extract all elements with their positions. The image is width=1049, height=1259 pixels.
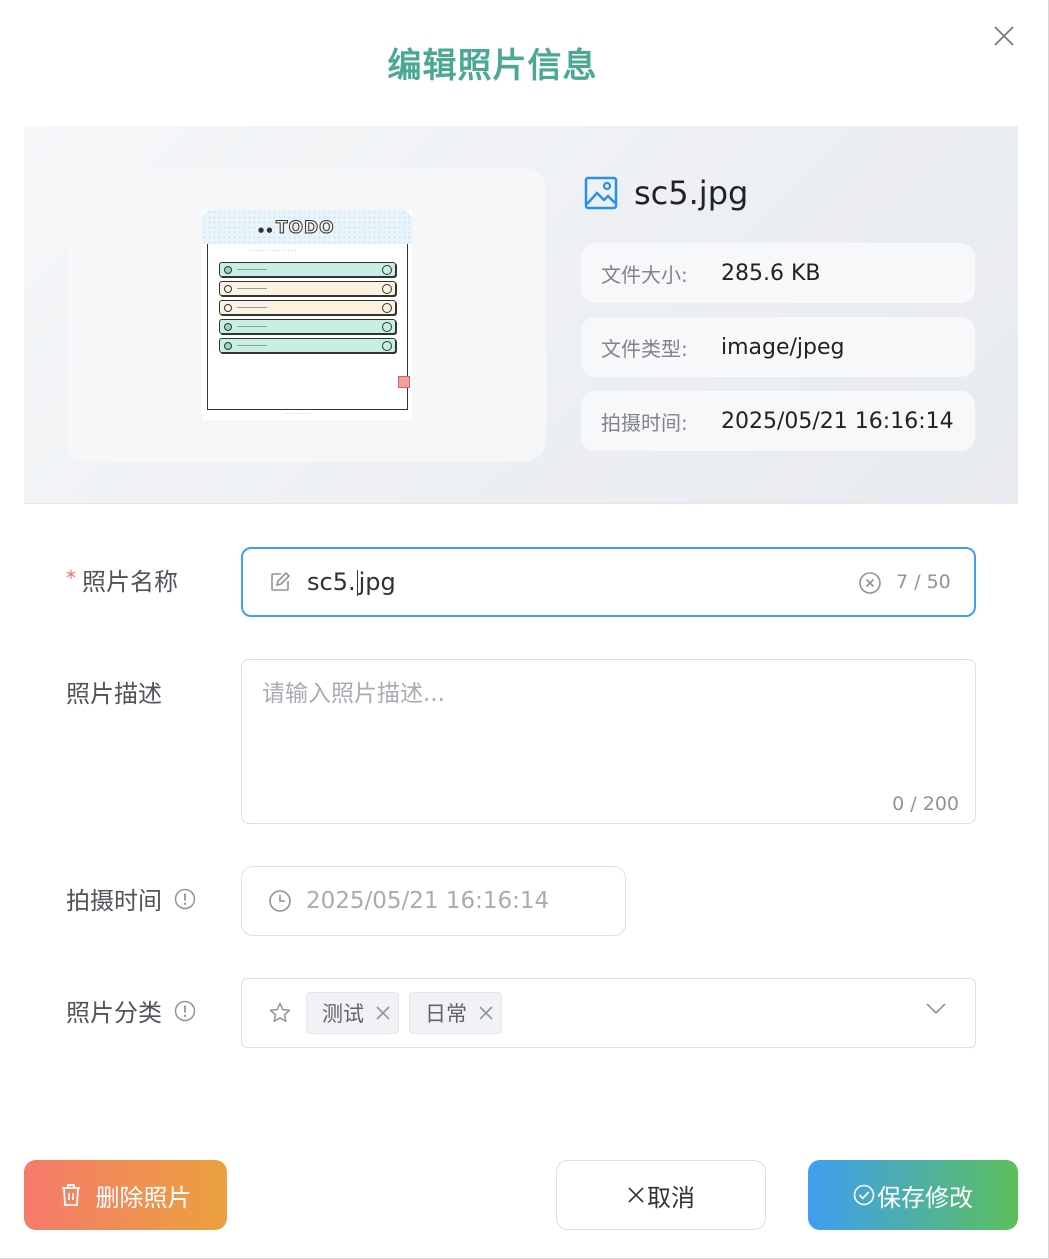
info-icon[interactable] bbox=[174, 1000, 196, 1022]
edit-photo-dialog: 编辑照片信息 ● ● TODO · · · · · · · · · · · · … bbox=[0, 0, 1049, 1259]
cancel-label: 取消 bbox=[647, 1183, 695, 1212]
image-icon bbox=[584, 176, 618, 210]
thumbnail-todo-item bbox=[219, 281, 396, 296]
category-tag: 日常 bbox=[409, 992, 502, 1034]
category-tag-label: 日常 bbox=[425, 1002, 467, 1026]
thumbnail-dots: ● ● bbox=[258, 226, 273, 234]
photo-description-textarea[interactable]: 请输入照片描述... 0 / 200 bbox=[241, 659, 976, 824]
thumbnail-todo-item bbox=[219, 338, 396, 353]
meta-key: 拍摄时间: bbox=[601, 410, 688, 435]
meta-value: image/jpeg bbox=[721, 334, 845, 360]
edit-icon bbox=[269, 571, 291, 593]
tag-close-icon[interactable] bbox=[479, 1006, 493, 1020]
thumbnail-todo-item bbox=[219, 300, 396, 315]
thumbnail-add-button bbox=[398, 376, 410, 388]
tag-close-icon[interactable] bbox=[376, 1006, 390, 1020]
close-button[interactable] bbox=[990, 22, 1018, 50]
trash-icon bbox=[60, 1183, 82, 1207]
meta-file-size: 文件大小: 285.6 KB bbox=[581, 243, 975, 303]
info-icon[interactable] bbox=[174, 888, 196, 910]
file-name-text: sc5.jpg bbox=[634, 174, 749, 212]
meta-key: 文件类型: bbox=[601, 336, 688, 361]
photo-description-label: 照片描述 bbox=[66, 680, 162, 708]
description-placeholder: 请输入照片描述... bbox=[262, 681, 445, 707]
file-name-heading: sc5.jpg bbox=[584, 174, 748, 212]
thumbnail-subtitle: · · · · · · · · · · · · · · · bbox=[250, 248, 297, 254]
close-icon bbox=[627, 1186, 645, 1204]
save-changes-label: 保存修改 bbox=[877, 1183, 973, 1212]
photo-category-label: 照片分类 bbox=[66, 993, 196, 1028]
category-tag-label: 测试 bbox=[322, 1002, 364, 1026]
category-tag: 测试 bbox=[306, 992, 399, 1034]
clear-icon[interactable] bbox=[858, 571, 882, 595]
photo-name-input[interactable]: sc5. jpg 7 / 50 bbox=[241, 547, 976, 617]
photo-name-value: sc5. jpg bbox=[307, 568, 396, 596]
thumbnail-body: · · · · · · · · · · · · · · · bbox=[207, 244, 408, 410]
description-count: 0 / 200 bbox=[892, 793, 959, 815]
close-icon bbox=[994, 26, 1014, 46]
thumbnail-logo: TODO bbox=[276, 218, 335, 239]
thumbnail-header: ● ● TODO bbox=[202, 210, 412, 244]
check-circle-icon bbox=[853, 1184, 875, 1206]
thumbnail-todo-item bbox=[219, 262, 396, 277]
chevron-down-icon[interactable] bbox=[926, 1003, 946, 1015]
meta-value: 2025/05/21 16:16:14 bbox=[721, 408, 954, 434]
meta-taken-time: 拍摄时间: 2025/05/21 16:16:14 bbox=[581, 391, 975, 451]
photo-info-panel: ● ● TODO · · · · · · · · · · · · · · · ·… bbox=[24, 126, 1018, 504]
clock-icon bbox=[268, 889, 292, 913]
photo-name-label: * 照片名称 bbox=[66, 562, 178, 597]
meta-key: 文件大小: bbox=[601, 262, 688, 287]
save-changes-button[interactable]: 保存修改 bbox=[808, 1160, 1018, 1230]
taken-time-value: 2025/05/21 16:16:14 bbox=[306, 888, 550, 914]
required-mark: * bbox=[66, 565, 76, 590]
delete-photo-label: 删除照片 bbox=[95, 1183, 192, 1212]
photo-category-select[interactable]: 测试 日常 bbox=[241, 978, 976, 1048]
photo-preview-card: ● ● TODO · · · · · · · · · · · · · · · ·… bbox=[67, 168, 546, 462]
delete-photo-button[interactable]: 删除照片 bbox=[24, 1160, 227, 1230]
meta-value: 285.6 KB bbox=[721, 260, 821, 286]
taken-time-label-text: 拍摄时间 bbox=[66, 887, 162, 915]
photo-name-label-text: 照片名称 bbox=[82, 568, 178, 596]
star-icon bbox=[268, 1001, 292, 1025]
dialog-title: 编辑照片信息 bbox=[387, 46, 598, 86]
photo-category-label-text: 照片分类 bbox=[66, 999, 162, 1027]
taken-time-label: 拍摄时间 bbox=[66, 881, 196, 916]
thumbnail-todo-item bbox=[219, 319, 396, 334]
photo-thumbnail[interactable]: ● ● TODO · · · · · · · · · · · · · · · ·… bbox=[202, 210, 412, 420]
photo-name-count: 7 / 50 bbox=[896, 571, 951, 593]
cancel-button[interactable]: 取消 bbox=[556, 1160, 766, 1230]
meta-file-type: 文件类型: image/jpeg bbox=[581, 317, 975, 377]
thumbnail-footer: · · · · · · · · bbox=[286, 411, 310, 417]
taken-time-picker[interactable]: 2025/05/21 16:16:14 bbox=[241, 866, 626, 936]
